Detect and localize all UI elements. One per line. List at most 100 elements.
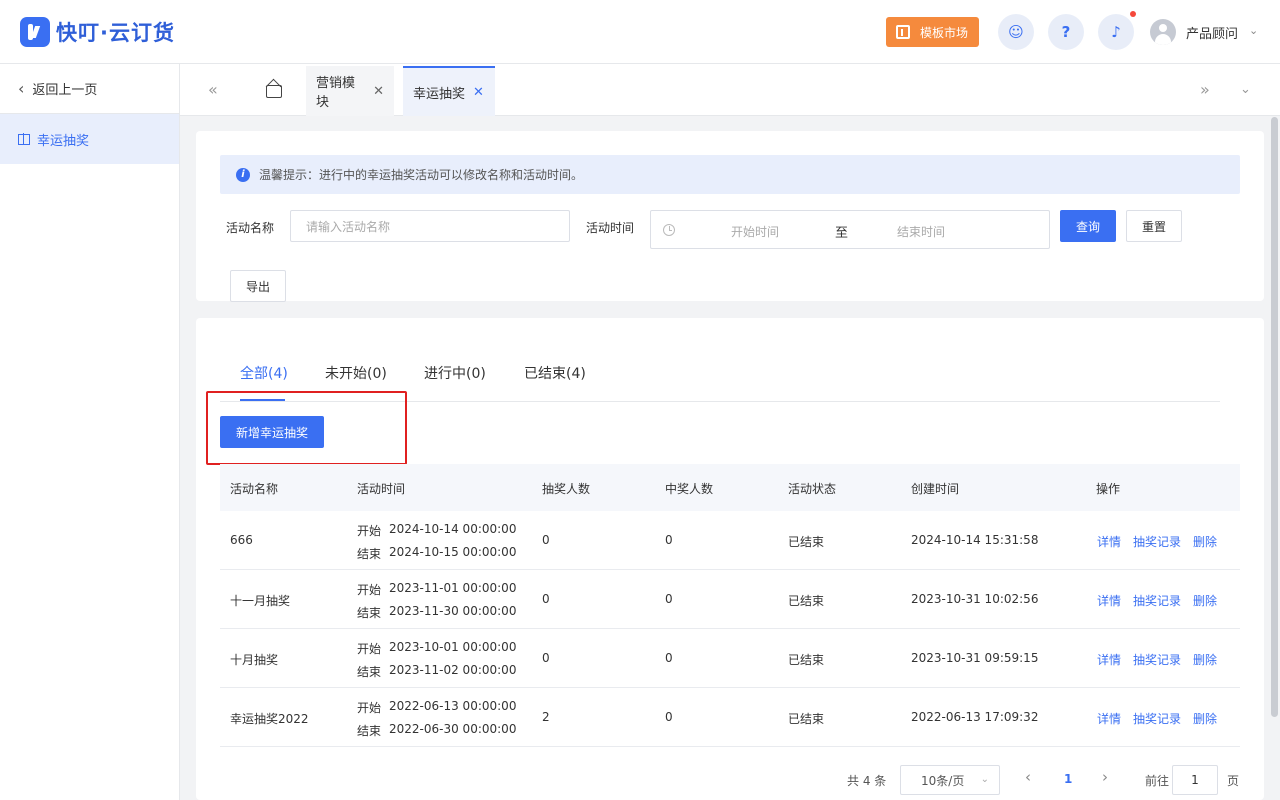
- back-link[interactable]: ‹ 返回上一页: [0, 64, 179, 114]
- search-button[interactable]: 查询: [1060, 210, 1116, 242]
- info-icon: i: [236, 167, 250, 182]
- end-time-placeholder[interactable]: 结束时间: [897, 223, 945, 240]
- tab-marketing[interactable]: 营销模块 ✕: [306, 66, 394, 116]
- cell-start-time: 2023-10-01 00:00:00: [389, 640, 517, 654]
- help-button[interactable]: ?: [1048, 14, 1084, 50]
- cell-created: 2023-10-31 09:59:15: [911, 651, 1039, 665]
- cell-win-count: 0: [665, 710, 673, 724]
- end-prefix: 结束: [357, 665, 382, 679]
- tab-all[interactable]: 全部(4): [240, 363, 288, 383]
- next-page-icon[interactable]: ›: [1102, 768, 1108, 786]
- cell-created: 2023-10-31 10:02:56: [911, 592, 1039, 606]
- notification-dot: [1130, 11, 1136, 17]
- cell-name: 666: [230, 533, 253, 547]
- add-lucky-draw-button[interactable]: 新增幸运抽奖: [220, 416, 324, 448]
- page-number-current[interactable]: 1: [1064, 772, 1072, 786]
- logo-text: 快叮·云订货: [56, 21, 175, 45]
- activity-name-label: 活动名称: [226, 221, 275, 235]
- cell-status: 已结束: [788, 712, 825, 726]
- column-header: 创建时间: [911, 482, 960, 496]
- sidebar-item-label: 幸运抽奖: [37, 133, 90, 149]
- draw-records-link[interactable]: 抽奖记录: [1133, 651, 1181, 668]
- close-icon[interactable]: ✕: [373, 84, 384, 99]
- cell-end-time: 2024-10-15 00:00:00: [389, 545, 517, 559]
- template-market-label: 模板市场: [920, 25, 969, 40]
- detail-link[interactable]: 详情: [1097, 710, 1121, 727]
- layout-icon: [896, 25, 910, 39]
- headset-icon: ☺: [1008, 23, 1024, 41]
- customer-service-button[interactable]: ☺: [998, 14, 1034, 50]
- app-logo[interactable]: 快叮·云订货: [20, 17, 175, 47]
- pagination-total: 共 4 条: [847, 774, 887, 788]
- start-time-placeholder[interactable]: 开始时间: [731, 223, 779, 240]
- bell-icon: ♪: [1111, 23, 1121, 41]
- delete-link[interactable]: 删除: [1193, 592, 1217, 609]
- double-chevron-left-icon[interactable]: «: [208, 80, 218, 99]
- activity-time-label: 活动时间: [586, 221, 635, 235]
- home-icon[interactable]: [264, 80, 282, 98]
- delete-link[interactable]: 删除: [1193, 651, 1217, 668]
- detail-link[interactable]: 详情: [1097, 651, 1121, 668]
- prev-page-icon[interactable]: ‹: [1025, 768, 1031, 786]
- table-header: 活动名称 活动时间 抽奖人数 中奖人数 活动状态 创建时间 操作: [220, 464, 1240, 511]
- page-tabs-bar: « 营销模块 ✕ 幸运抽奖 ✕ » ⌄: [180, 64, 1280, 116]
- activity-name-input[interactable]: 请输入活动名称: [290, 210, 570, 242]
- double-chevron-right-icon[interactable]: »: [1200, 80, 1210, 99]
- cell-end-time: 2023-11-02 00:00:00: [389, 663, 517, 677]
- table-row: 666 开始 2024-10-14 00:00:00 结束 2024-10-15…: [220, 511, 1240, 570]
- cell-end-time: 2023-11-30 00:00:00: [389, 604, 517, 618]
- notification-button[interactable]: ♪: [1098, 14, 1134, 50]
- clock-icon: [663, 223, 675, 236]
- close-icon[interactable]: ✕: [473, 85, 484, 100]
- page-size-select[interactable]: 10条/页 ⌄: [900, 765, 1000, 795]
- detail-link[interactable]: 详情: [1097, 533, 1121, 550]
- chevron-down-icon[interactable]: ⌄: [1249, 24, 1258, 37]
- tab-not-started[interactable]: 未开始(0): [325, 363, 387, 383]
- draw-records-link[interactable]: 抽奖记录: [1133, 710, 1181, 727]
- page-scrollbar[interactable]: [1271, 117, 1278, 717]
- delete-link[interactable]: 删除: [1193, 533, 1217, 550]
- cell-draw-count: 0: [542, 533, 550, 547]
- lucky-draw-list-panel: 全部(4) 未开始(0) 进行中(0) 已结束(4) 新增幸运抽奖 活动名称 活…: [196, 318, 1264, 800]
- tab-ended[interactable]: 已结束(4): [524, 363, 586, 383]
- tab-lucky-draw[interactable]: 幸运抽奖 ✕: [403, 66, 495, 116]
- cell-created: 2024-10-14 15:31:58: [911, 533, 1039, 547]
- page-size-value: 10条/页: [921, 773, 965, 788]
- cell-draw-count: 2: [542, 710, 550, 724]
- column-header: 抽奖人数: [542, 482, 591, 496]
- avatar[interactable]: [1150, 19, 1176, 45]
- cell-name: 幸运抽奖2022: [230, 712, 309, 726]
- template-market-button[interactable]: 模板市场: [886, 17, 979, 47]
- table-row: 十一月抽奖 开始 2023-11-01 00:00:00 结束 2023-11-…: [220, 570, 1240, 629]
- cell-win-count: 0: [665, 651, 673, 665]
- column-header: 活动时间: [357, 482, 406, 496]
- draw-records-link[interactable]: 抽奖记录: [1133, 592, 1181, 609]
- cell-status: 已结束: [788, 594, 825, 608]
- user-name[interactable]: 产品顾问: [1186, 23, 1238, 42]
- cell-draw-count: 0: [542, 651, 550, 665]
- tab-in-progress[interactable]: 进行中(0): [424, 363, 486, 383]
- table-row: 十月抽奖 开始 2023-10-01 00:00:00 结束 2023-11-0…: [220, 629, 1240, 688]
- filter-panel: i 温馨提示：进行中的幸运抽奖活动可以修改名称和活动时间。 活动名称 请输入活动…: [196, 131, 1264, 302]
- delete-link[interactable]: 删除: [1193, 710, 1217, 727]
- cell-name: 十一月抽奖: [230, 594, 291, 608]
- top-header: 快叮·云订货 模板市场 ☺ ? ♪ 产品顾问 ⌄: [0, 0, 1280, 64]
- end-prefix: 结束: [357, 724, 382, 738]
- table-row: 幸运抽奖2022 开始 2022-06-13 00:00:00 结束 2022-…: [220, 688, 1240, 747]
- activity-time-range-picker[interactable]: 开始时间 至 结束时间: [650, 210, 1050, 249]
- detail-link[interactable]: 详情: [1097, 592, 1121, 609]
- sidebar-item-lucky-draw[interactable]: 幸运抽奖: [0, 114, 179, 164]
- draw-records-link[interactable]: 抽奖记录: [1133, 533, 1181, 550]
- start-prefix: 开始: [357, 524, 382, 538]
- column-header: 活动名称: [230, 482, 279, 496]
- cell-win-count: 0: [665, 533, 673, 547]
- column-header: 操作: [1096, 482, 1121, 496]
- tab-label: 幸运抽奖: [413, 86, 466, 102]
- question-icon: ?: [1061, 23, 1071, 41]
- goto-page-input[interactable]: 1: [1172, 765, 1218, 795]
- cell-status: 已结束: [788, 653, 825, 667]
- export-button[interactable]: 导出: [230, 270, 286, 302]
- page-suffix: 页: [1227, 774, 1240, 788]
- reset-button[interactable]: 重置: [1126, 210, 1182, 242]
- chevron-down-icon[interactable]: ⌄: [1240, 82, 1251, 97]
